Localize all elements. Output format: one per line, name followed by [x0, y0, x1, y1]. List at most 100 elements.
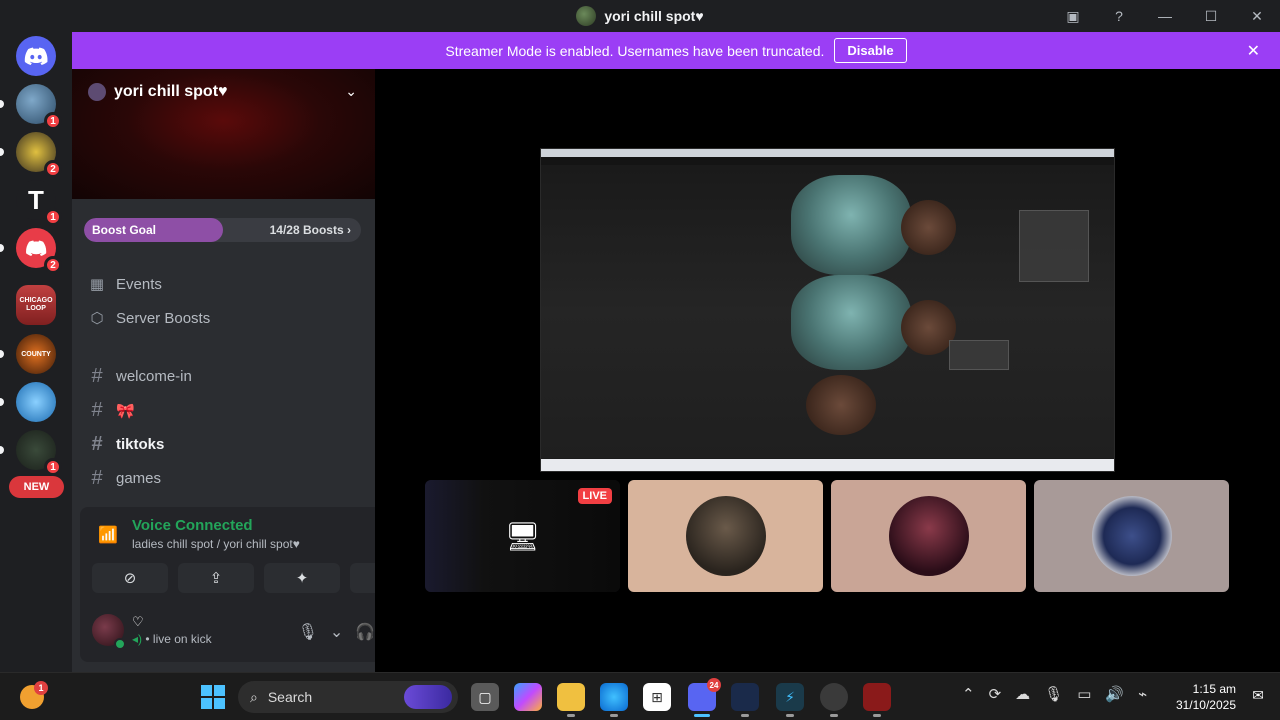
search-highlight-icon — [404, 685, 452, 709]
start-square — [214, 685, 225, 696]
camera-off-button[interactable]: ⊘ — [92, 563, 168, 593]
cloud-icon[interactable]: ☁ — [1015, 685, 1030, 703]
nav-events[interactable]: ▦ Events — [88, 275, 162, 294]
search-label: Search — [267, 689, 313, 705]
battery-icon[interactable]: ⌁ — [1138, 685, 1147, 703]
voice-connected-label[interactable]: Voice Connected — [132, 517, 253, 534]
guild-1-badge: 1 — [44, 112, 62, 130]
chevron-down-icon[interactable]: ⌄ — [345, 83, 357, 100]
volume-icon[interactable]: 🔊 — [1105, 685, 1124, 703]
close-icon[interactable]: ✕ — [1247, 41, 1260, 61]
running-indicator — [610, 714, 618, 717]
system-tray: ⌃ ⟳ ☁ 🎙 ▭ 🔊 ⌁ — [962, 685, 1147, 703]
weather-badge: 1 — [34, 681, 48, 695]
unread-pill — [0, 244, 4, 252]
running-indicator — [830, 714, 838, 717]
chevron-down-icon[interactable]: ⌄ — [330, 622, 343, 642]
maximize-button[interactable]: ☐ — [1188, 0, 1234, 32]
activities-button[interactable]: ✦ — [264, 563, 340, 593]
date: 31/10/2025 — [1175, 698, 1236, 712]
stage-area: 🖥 LIVE — [375, 69, 1280, 672]
unread-pill — [0, 148, 4, 156]
channel-label: welcome-in — [116, 368, 192, 385]
main-stream-video[interactable] — [540, 148, 1115, 472]
participant-tile[interactable] — [831, 480, 1026, 592]
nav-server-boosts[interactable]: ⬡ Server Boosts — [88, 309, 210, 328]
obs-icon[interactable] — [820, 683, 848, 717]
guild-county[interactable]: COUNTY — [16, 334, 56, 374]
close-button[interactable]: ✕ — [1234, 0, 1280, 32]
participant-tile[interactable] — [1034, 480, 1229, 592]
participant-tile[interactable] — [628, 480, 823, 592]
inbox-icon[interactable]: ▣ — [1050, 0, 1096, 32]
steam-icon[interactable] — [731, 683, 759, 717]
edge-icon[interactable] — [600, 683, 628, 717]
monitor-icon: 🖥 — [504, 520, 541, 552]
title-icons: ▣ ? — ☐ ✕ — [1050, 0, 1280, 32]
server-boost-icon — [88, 83, 106, 101]
boost-goal-count: 14/28 Boosts › — [269, 223, 351, 237]
channel-games[interactable]: # games — [88, 467, 161, 490]
headphones-icon[interactable]: 🎧 — [355, 622, 375, 642]
minimize-button[interactable]: — — [1142, 0, 1188, 32]
channel-bow[interactable]: # 🎀 — [88, 399, 134, 422]
hash-icon: # — [91, 467, 103, 489]
file-explorer-icon[interactable] — [557, 683, 585, 717]
guild-1[interactable]: 1 — [16, 84, 62, 130]
speaker-icon: ◂) — [132, 632, 143, 646]
stream-window-taskbar — [541, 459, 1114, 471]
guild-3[interactable]: T 1 — [16, 180, 62, 226]
stream-window-toolbar — [541, 157, 1114, 165]
microphone-icon[interactable]: 🎙 — [1044, 685, 1063, 703]
time: 1:15 am — [1192, 682, 1236, 696]
unread-pill — [0, 100, 4, 108]
guild-6[interactable] — [16, 382, 56, 422]
calendar-icon: ▦ — [89, 276, 105, 293]
guild-chicago[interactable]: CHICAGO LOOP — [16, 285, 56, 325]
microphone-icon[interactable]: 🎙 — [298, 622, 318, 642]
discord-taskbar-icon[interactable]: 24 — [688, 678, 721, 717]
guild-list: 1 2 T 1 2 CHICAGO LOOP COUNTY 1 NEW — [0, 32, 72, 672]
voice-location[interactable]: ladies chill spot / yori chill spot♥ — [132, 537, 300, 551]
start-square — [201, 698, 212, 709]
store-icon[interactable]: ⊞ — [643, 683, 671, 711]
boost-goal-bar[interactable]: Boost Goal 14/28 Boosts › — [84, 218, 361, 242]
guild-7[interactable]: 1 — [16, 430, 62, 476]
game-icon[interactable] — [863, 683, 891, 717]
clock[interactable]: 1:15 am 31/10/2025 — [1176, 681, 1236, 713]
weather-icon[interactable]: 1 — [20, 681, 48, 709]
sync-icon[interactable]: ⟳ — [989, 685, 1002, 703]
windows-taskbar: 1 ⌕ Search ▢ ⊞ 24 ⚡ ⌃ ⟳ ☁ 🎙 ▭ 🔊 ⌁ 1:15 a… — [0, 672, 1280, 720]
channel-label: tiktoks — [116, 436, 165, 453]
channel-label: games — [116, 470, 162, 487]
copilot-icon[interactable] — [514, 683, 542, 711]
username[interactable]: ♡ — [132, 614, 144, 630]
start-square — [214, 698, 225, 709]
screen-share-button[interactable]: ⇪ — [178, 563, 254, 593]
channel-welcome-in[interactable]: # welcome-in — [88, 365, 192, 388]
start-button[interactable] — [201, 685, 225, 709]
channel-tiktoks[interactable]: # tiktoks — [88, 433, 164, 456]
stream-window-topbar — [541, 149, 1114, 157]
server-name: yori chill spot♥ — [114, 83, 228, 100]
help-icon[interactable]: ? — [1096, 0, 1142, 32]
nav-events-label: Events — [116, 275, 162, 293]
unread-pill — [0, 350, 4, 358]
chevron-up-icon[interactable]: ⌃ — [962, 685, 975, 703]
disable-button[interactable]: Disable — [834, 38, 907, 63]
signal-icon[interactable]: 📶 — [98, 525, 118, 545]
notification-icon[interactable]: ✉ — [1252, 687, 1264, 704]
new-badge[interactable]: NEW — [9, 476, 64, 498]
server-header[interactable]: yori chill spot♥ ⌄ — [72, 69, 375, 199]
app-icon[interactable]: ⚡ — [776, 683, 804, 717]
task-view-icon[interactable]: ▢ — [471, 683, 499, 711]
taskbar-search[interactable]: ⌕ Search — [238, 681, 458, 713]
channel-sidebar: yori chill spot♥ ⌄ Boost Goal 14/28 Boos… — [72, 69, 439, 672]
avatar — [888, 496, 969, 576]
display-icon[interactable]: ▭ — [1077, 685, 1091, 703]
discord-badge: 24 — [707, 678, 721, 692]
live-stream-tile[interactable]: 🖥 LIVE — [425, 480, 620, 592]
guild-4[interactable]: 2 — [16, 228, 62, 274]
guild-2[interactable]: 2 — [16, 132, 62, 178]
discord-home-icon[interactable] — [16, 36, 56, 76]
